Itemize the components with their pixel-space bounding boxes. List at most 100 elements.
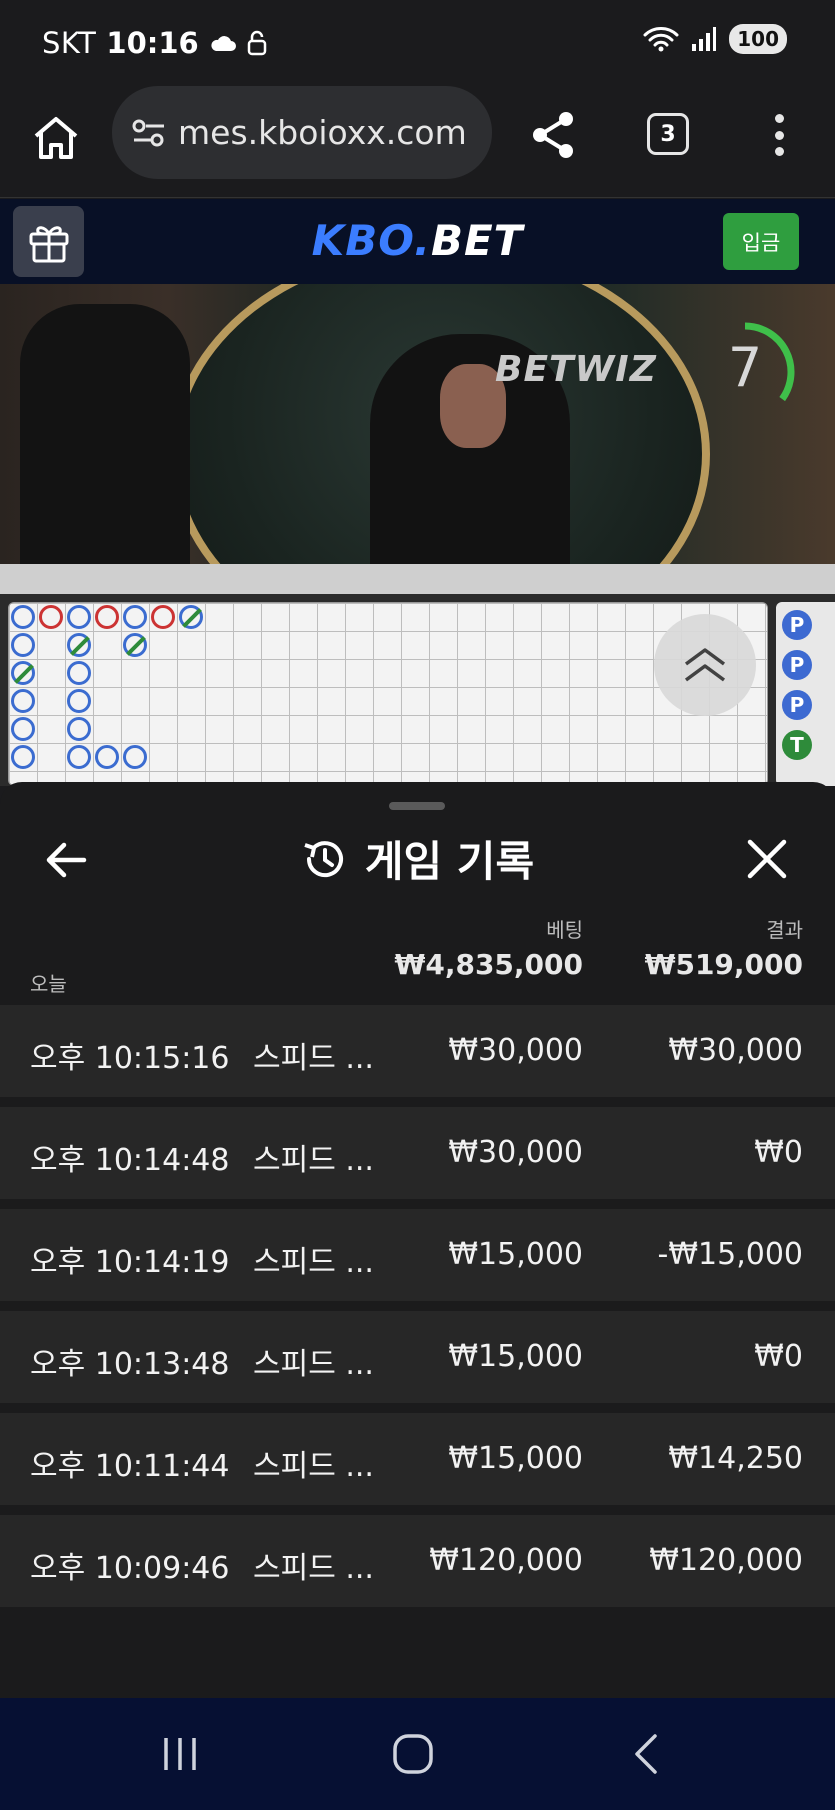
- wifi-icon: [643, 27, 679, 52]
- record-bet: ₩15,000: [448, 1441, 583, 1476]
- record-bet: ₩15,000: [448, 1339, 583, 1374]
- record-list: 오후 10:15:16 스피드 ... ₩30,000 ₩30,000 오후 1…: [0, 1005, 835, 1617]
- bead-player: [67, 717, 91, 741]
- address-bar[interactable]: mes.kboioxx.com: [112, 86, 492, 179]
- record-bet: ₩120,000: [429, 1543, 583, 1578]
- record-game: 스피드 ...: [253, 1245, 374, 1280]
- column-header-bet: 베팅: [546, 918, 583, 942]
- record-game: 스피드 ...: [253, 1143, 374, 1178]
- total-result: ₩519,000: [644, 948, 803, 981]
- bead-player: [11, 689, 35, 713]
- bead-banker: [95, 605, 119, 629]
- record-row[interactable]: 오후 10:11:44 스피드 ... ₩15,000 ₩14,250: [0, 1413, 835, 1505]
- side-road: P P P T: [776, 602, 835, 786]
- bead-banker: [39, 605, 63, 629]
- bead-tie: [123, 633, 147, 657]
- browser-toolbar: mes.kboioxx.com 3: [0, 86, 835, 198]
- bead-player: [123, 745, 147, 769]
- bead-player: [67, 605, 91, 629]
- countdown-timer: 7: [700, 316, 800, 428]
- record-game: 스피드 ...: [253, 1551, 374, 1586]
- signal-icon: [692, 27, 717, 51]
- history-icon: [304, 840, 343, 877]
- record-time: 오후 10:14:48: [30, 1143, 230, 1178]
- record-bet: ₩15,000: [448, 1237, 583, 1272]
- bead-player: [11, 745, 35, 769]
- record-row[interactable]: 오후 10:15:16 스피드 ... ₩30,000 ₩30,000: [0, 1005, 835, 1097]
- dealer-silhouette-left: [20, 304, 190, 594]
- record-time: 오후 10:09:46: [30, 1551, 230, 1586]
- bead-player: [123, 605, 147, 629]
- system-nav-bar: [0, 1698, 835, 1810]
- status-right: 100: [643, 24, 787, 54]
- bead-road-grid: [8, 602, 768, 786]
- panel-header: 게임 기록: [0, 828, 835, 889]
- today-label: 오늘: [30, 972, 67, 996]
- battery-indicator: 100: [729, 24, 787, 54]
- record-row[interactable]: 오후 10:14:48 스피드 ... ₩30,000 ₩0: [0, 1107, 835, 1199]
- record-game: 스피드 ...: [253, 1041, 374, 1076]
- home-nav-icon[interactable]: [388, 1730, 438, 1778]
- panel-title: 게임 기록: [364, 837, 535, 886]
- site-header: KBO.BET 입금: [0, 199, 835, 284]
- countdown-value: 7: [727, 336, 763, 399]
- record-row[interactable]: 오후 10:09:46 스피드 ... ₩120,000 ₩120,000: [0, 1515, 835, 1607]
- bead-tie: [67, 633, 91, 657]
- deposit-button[interactable]: 입금: [723, 213, 799, 270]
- record-row[interactable]: 오후 10:13:48 스피드 ... ₩15,000 ₩0: [0, 1311, 835, 1403]
- record-result: ₩14,250: [668, 1441, 803, 1476]
- result-badge: T: [782, 730, 812, 760]
- bead-player: [11, 633, 35, 657]
- bead-banker: [151, 605, 175, 629]
- live-video[interactable]: BETWIZ 7: [0, 284, 835, 594]
- column-header-result: 결과: [766, 918, 803, 942]
- betwiz-brand: BETWIZ: [495, 349, 657, 390]
- record-result: ₩0: [754, 1135, 803, 1170]
- share-icon[interactable]: [530, 110, 576, 160]
- site-logo[interactable]: KBO.BET: [0, 216, 835, 265]
- status-bar: SKT 10:16 100: [0, 0, 835, 86]
- bead-player: [67, 661, 91, 685]
- table-edge: [0, 564, 835, 594]
- back-nav-icon[interactable]: [622, 1730, 672, 1778]
- bead-tie: [11, 661, 35, 685]
- record-bet: ₩30,000: [448, 1033, 583, 1068]
- result-badge: P: [782, 690, 812, 720]
- record-game: 스피드 ...: [253, 1449, 374, 1484]
- recents-icon[interactable]: [155, 1730, 205, 1778]
- summary-header: 베팅 결과 오늘 ₩4,835,000 ₩519,000: [0, 910, 835, 1005]
- record-game: 스피드 ...: [253, 1347, 374, 1382]
- cloud-icon: [211, 36, 236, 51]
- result-badge: P: [782, 610, 812, 640]
- site-settings-icon[interactable]: [132, 118, 166, 148]
- bead-player: [95, 745, 119, 769]
- carrier-label: SKT: [42, 26, 97, 60]
- drag-handle[interactable]: [389, 802, 445, 810]
- bead-player: [67, 745, 91, 769]
- lock-icon: [247, 30, 266, 56]
- record-time: 오후 10:13:48: [30, 1347, 230, 1382]
- close-icon[interactable]: [746, 838, 788, 880]
- tab-switcher-button[interactable]: 3: [647, 113, 689, 155]
- status-time: 10:16: [106, 26, 199, 60]
- bead-player: [67, 689, 91, 713]
- record-result: ₩120,000: [649, 1543, 803, 1578]
- record-result: ₩0: [754, 1339, 803, 1374]
- url-text: mes.kboioxx.com: [178, 113, 467, 152]
- scroll-up-button[interactable]: [654, 614, 756, 716]
- more-icon[interactable]: [766, 110, 792, 160]
- result-badge: P: [782, 650, 812, 680]
- record-time: 오후 10:11:44: [30, 1449, 230, 1484]
- game-history-panel: 게임 기록 베팅 결과 오늘 ₩4,835,000 ₩519,000 오후 10…: [0, 782, 835, 1698]
- logo-bet: BET: [430, 216, 524, 265]
- total-bet: ₩4,835,000: [394, 948, 583, 981]
- record-time: 오후 10:15:16: [30, 1041, 230, 1076]
- record-result: ₩30,000: [668, 1033, 803, 1068]
- chevron-up-double-icon: [684, 648, 726, 682]
- record-row[interactable]: 오후 10:14:19 스피드 ... ₩15,000 -₩15,000: [0, 1209, 835, 1301]
- bead-player: [11, 605, 35, 629]
- record-bet: ₩30,000: [448, 1135, 583, 1170]
- bead-player: [11, 717, 35, 741]
- home-icon[interactable]: [30, 112, 82, 164]
- logo-kbo: KBO.: [311, 216, 431, 265]
